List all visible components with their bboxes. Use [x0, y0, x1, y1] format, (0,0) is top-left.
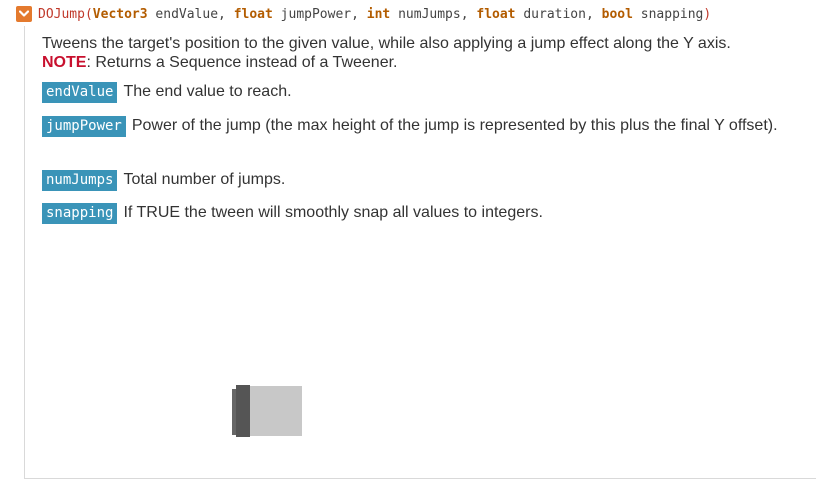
param-name: endValue: [155, 6, 219, 22]
preview-cube: [250, 386, 302, 436]
param-type: bool: [601, 6, 633, 22]
param-name: jumpPower: [280, 6, 352, 22]
param-row-jumppower: jumpPower Power of the jump (the max heig…: [42, 116, 812, 137]
param-row-endvalue: endValue The end value to reach.: [42, 82, 812, 103]
param-row-snapping: snapping If TRUE the tween will smoothly …: [42, 203, 812, 224]
param-badge: snapping: [42, 203, 118, 224]
param-row-numjumps: numJumps Total number of jumps.: [42, 170, 812, 191]
param-type: Vector3: [92, 6, 148, 22]
param-name: duration: [523, 6, 586, 22]
close-paren: ): [703, 6, 712, 22]
param-description: Power of the jump (the max height of the…: [131, 117, 778, 134]
open-paren: (: [84, 6, 93, 22]
param-type: float: [476, 6, 516, 22]
param-name: snapping: [640, 6, 704, 22]
jump-animation-preview: [232, 385, 302, 437]
chevron-down-icon: [19, 10, 29, 17]
param-badge: numJumps: [42, 170, 118, 191]
note-label: NOTE: [42, 54, 87, 71]
description-text: Tweens the target's position to the give…: [42, 35, 731, 52]
collapse-toggle-button[interactable]: [16, 6, 32, 22]
method-signature: DOJump(Vector3 endValue, float jumpPower…: [16, 6, 711, 22]
doc-page: DOJump(Vector3 endValue, float jumpPower…: [0, 0, 836, 485]
preview-edge: [236, 385, 250, 437]
note-line: NOTE: Returns a Sequence instead of a Tw…: [42, 53, 812, 72]
param-separator: ,: [218, 6, 234, 22]
param-description: If TRUE the tween will smoothly snap all…: [123, 204, 543, 221]
param-badge: jumpPower: [42, 116, 126, 137]
method-name: DOJump: [38, 6, 85, 22]
param-badge: endValue: [42, 82, 118, 103]
param-separator: ,: [585, 6, 602, 22]
signature-text: DOJump(Vector3 endValue, float jumpPower…: [38, 7, 711, 22]
param-separator: ,: [460, 6, 477, 22]
param-description: Total number of jumps.: [123, 171, 286, 188]
param-name: numJumps: [398, 6, 461, 22]
param-type: int: [366, 6, 391, 22]
param-description: The end value to reach.: [123, 83, 292, 100]
param-type: float: [233, 6, 273, 22]
param-separator: ,: [351, 6, 367, 22]
method-description: Tweens the target's position to the give…: [42, 34, 812, 72]
note-text: : Returns a Sequence instead of a Tweene…: [86, 54, 398, 71]
